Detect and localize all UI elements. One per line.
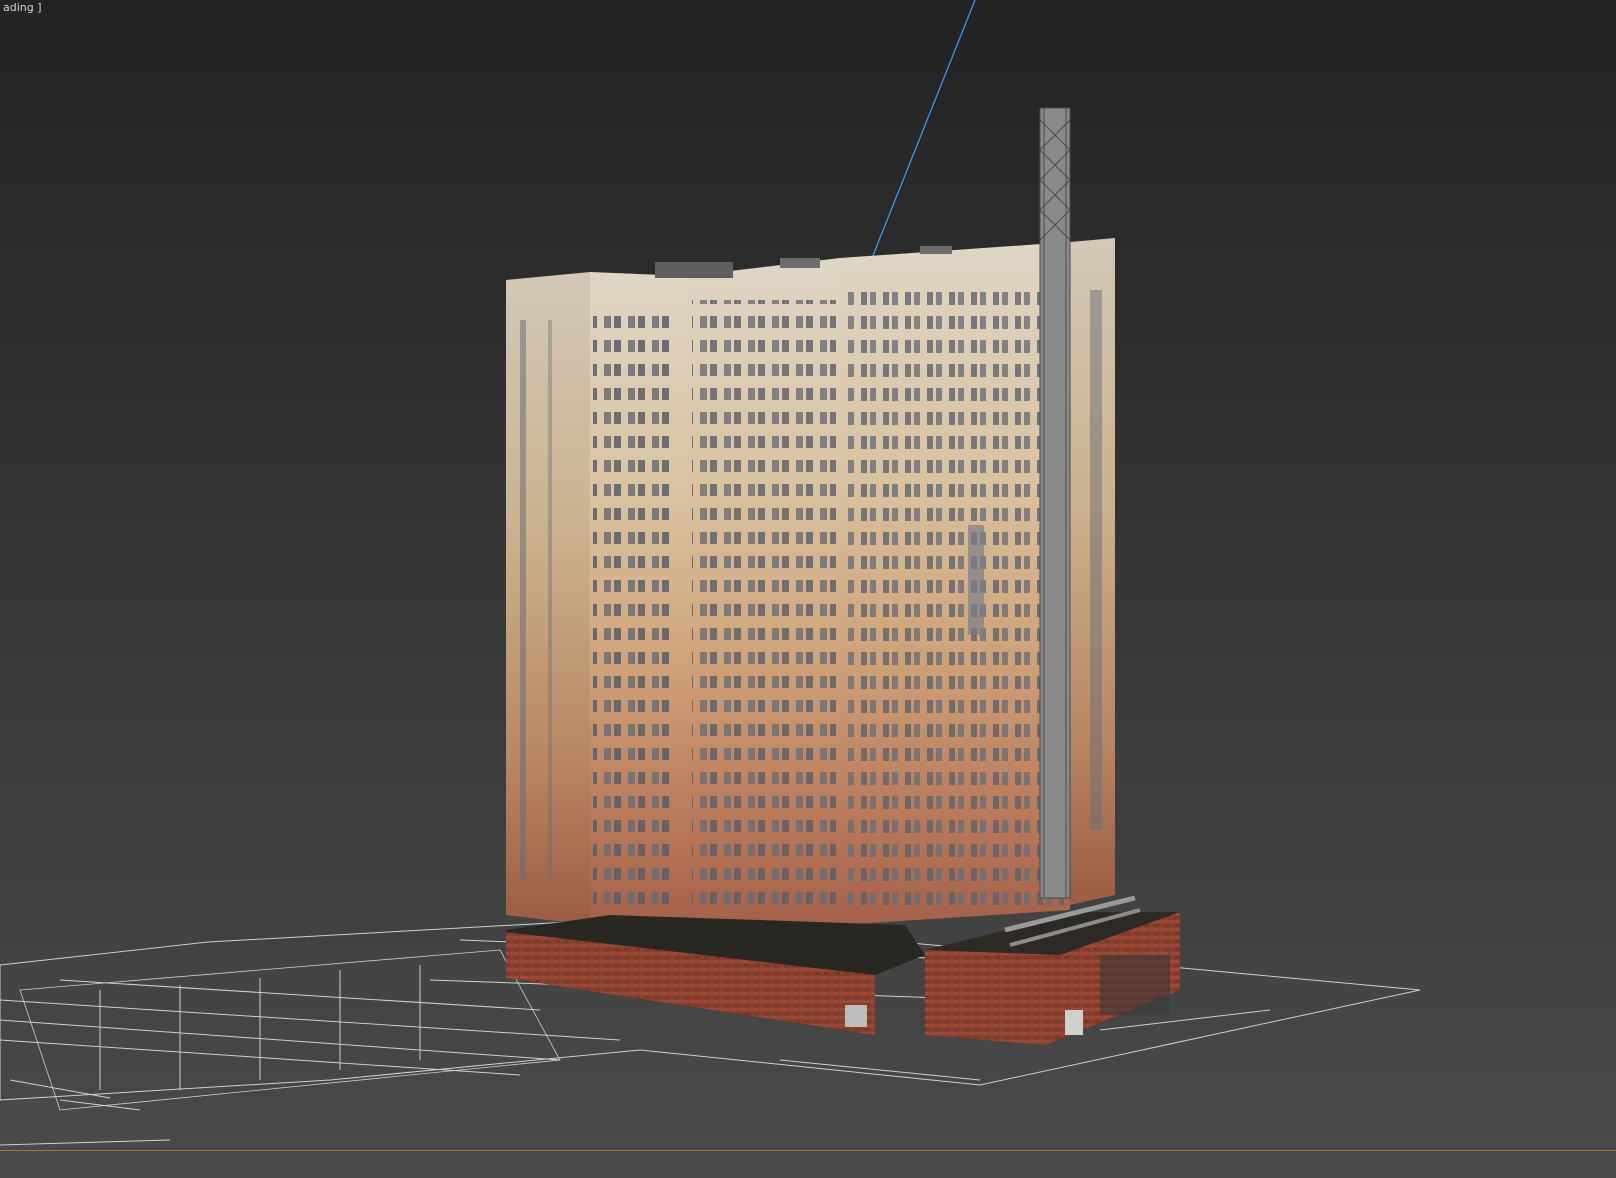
3d-viewport[interactable]: ading ]	[0, 0, 1616, 1178]
light-target-line	[871, 0, 976, 259]
viewport-bottom-rule	[0, 1150, 1616, 1151]
steel-mast	[1039, 107, 1071, 899]
viewport-shading-label[interactable]: ading ]	[0, 0, 45, 15]
viewport-scene	[0, 0, 1421, 1146]
tower-building	[506, 238, 1115, 925]
